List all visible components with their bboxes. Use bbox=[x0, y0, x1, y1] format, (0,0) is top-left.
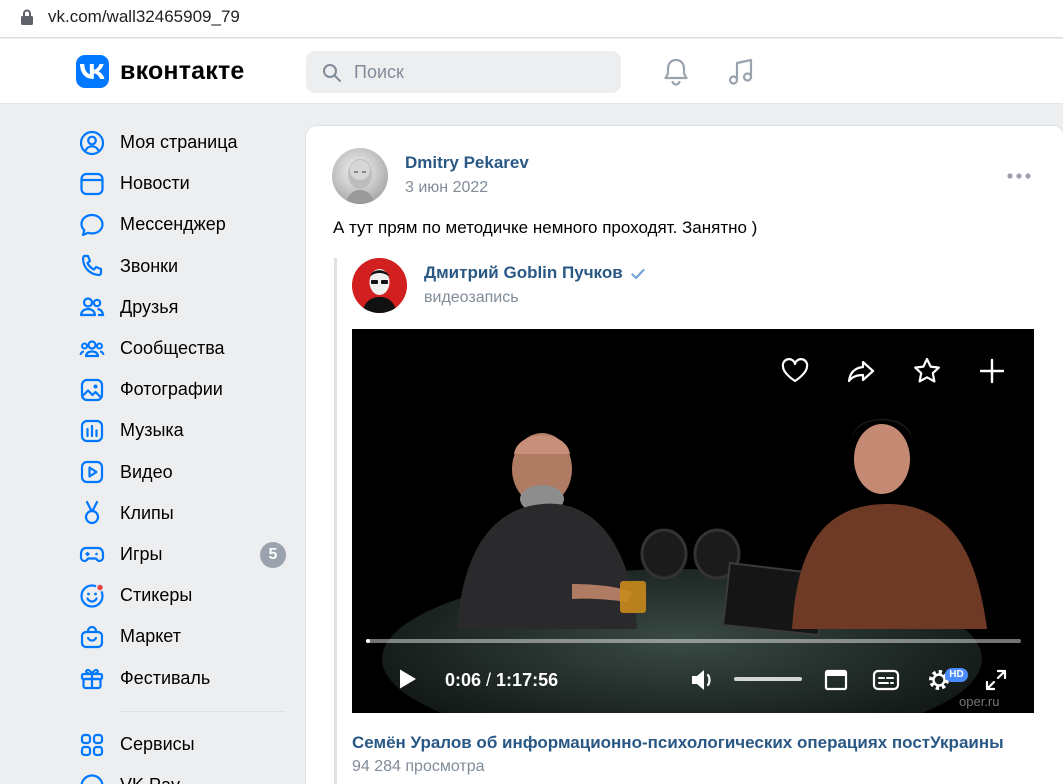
photo-icon bbox=[78, 376, 106, 404]
sidebar-item-label: VK Pay bbox=[120, 775, 180, 784]
post-text: А тут прям по методичке немного проходят… bbox=[333, 218, 758, 237]
browser-address-bar[interactable]: vk.com/wall32465909_79 bbox=[0, 0, 1063, 38]
video-duration: 1:17:56 bbox=[496, 670, 559, 690]
video-frame bbox=[352, 329, 1034, 713]
services-icon bbox=[78, 731, 106, 759]
post-date[interactable]: 3 июн 2022 bbox=[405, 179, 488, 197]
phone-icon bbox=[78, 252, 106, 280]
sidebar-item-label: Фестиваль bbox=[120, 667, 211, 688]
volume-icon[interactable] bbox=[690, 668, 716, 692]
bell-icon[interactable] bbox=[660, 56, 692, 88]
sidebar-item-label: Мессенджер bbox=[120, 214, 226, 235]
friends-icon bbox=[78, 293, 106, 321]
volume-slider[interactable] bbox=[734, 677, 802, 681]
search-box[interactable] bbox=[306, 51, 621, 93]
news-icon bbox=[78, 170, 106, 198]
video-progress-bar[interactable] bbox=[366, 639, 1021, 643]
video-title[interactable]: Семён Уралов об информационно-психологич… bbox=[352, 733, 1004, 753]
sidebar-item-music[interactable]: Музыка bbox=[78, 410, 293, 451]
sidebar-item-games[interactable]: Игры 5 bbox=[78, 534, 293, 575]
sidebar-item-label: Звонки bbox=[120, 255, 179, 276]
gamepad-icon bbox=[78, 540, 106, 568]
subtitles-icon[interactable] bbox=[872, 669, 900, 691]
sidebar-item-label: Сервисы bbox=[120, 734, 195, 755]
sidebar-item-label: Фотографии bbox=[120, 379, 223, 400]
communities-icon bbox=[78, 335, 106, 363]
fullscreen-icon[interactable] bbox=[984, 668, 1008, 692]
clips-icon bbox=[78, 499, 106, 527]
url-text[interactable]: vk.com/wall32465909_79 bbox=[48, 6, 240, 28]
video-progress-fill bbox=[366, 639, 370, 643]
repost-author-avatar[interactable] bbox=[352, 258, 407, 313]
miniplayer-icon[interactable] bbox=[824, 669, 848, 691]
sidebar-item-label: Клипы bbox=[120, 502, 174, 523]
sidebar-item-friends[interactable]: Друзья bbox=[78, 287, 293, 328]
sidebar-item-label: Сообщества bbox=[120, 338, 225, 359]
sidebar-item-label: Новости bbox=[120, 173, 190, 194]
sidebar-item-label: Друзья bbox=[120, 296, 179, 317]
hd-badge: HD bbox=[945, 668, 968, 682]
logo-text[interactable]: вконтакте bbox=[120, 55, 245, 87]
video-time: 0:06 / 1:17:56 bbox=[445, 670, 559, 690]
vk-logo-icon[interactable] bbox=[76, 55, 109, 88]
gift-icon bbox=[78, 664, 106, 692]
message-icon bbox=[78, 211, 106, 239]
user-circle-icon bbox=[78, 129, 106, 157]
repost-type-label: видеозапись bbox=[424, 289, 519, 306]
author-avatar[interactable] bbox=[332, 148, 388, 204]
top-header: вконтакте bbox=[0, 39, 1063, 104]
video-icon bbox=[78, 458, 106, 486]
repost-author-name[interactable]: Дмитрий Goblin Пучков bbox=[424, 263, 623, 283]
verified-check-icon bbox=[631, 268, 645, 280]
sidebar-item-market[interactable]: Маркет bbox=[78, 616, 293, 657]
video-views: 94 284 просмотра bbox=[352, 758, 485, 775]
sidebar-item-label: Стикеры bbox=[120, 585, 193, 606]
music-icon bbox=[78, 417, 106, 445]
add-plus-icon[interactable] bbox=[977, 356, 1007, 386]
sidebar-item-clips[interactable]: Клипы bbox=[78, 493, 293, 534]
like-heart-icon[interactable] bbox=[780, 356, 810, 386]
sidebar-item-video[interactable]: Видео bbox=[78, 452, 293, 493]
sidebar-item-news[interactable]: Новости bbox=[78, 163, 293, 204]
vkpay-icon bbox=[78, 772, 106, 784]
favorite-star-icon[interactable] bbox=[912, 356, 942, 386]
post-author-name[interactable]: Dmitry Pekarev bbox=[405, 153, 529, 173]
more-options-icon[interactable] bbox=[1006, 168, 1032, 184]
sidebar-item-calls[interactable]: Звонки bbox=[78, 246, 293, 287]
sidebar-item-label: Музыка bbox=[120, 420, 184, 441]
sidebar-item-label: Моя страница bbox=[120, 132, 238, 153]
video-current-time: 0:06 bbox=[445, 670, 482, 690]
video-player[interactable]: 0:06 / 1:17:56 HD oper.ru bbox=[352, 329, 1034, 713]
sidebar-item-photos[interactable]: Фотографии bbox=[78, 369, 293, 410]
left-nav: Моя страница Новости Мессенджер Звонки Д… bbox=[78, 122, 293, 699]
sidebar-item-label: Маркет bbox=[120, 626, 181, 647]
games-counter-badge: 5 bbox=[260, 541, 286, 568]
video-watermark: oper.ru bbox=[959, 694, 1000, 709]
sidebar-item-stickers[interactable]: Стикеры bbox=[78, 575, 293, 616]
sidebar-item-label: Игры bbox=[120, 543, 163, 564]
sidebar-item-label: Видео bbox=[120, 461, 173, 482]
smile-icon bbox=[78, 582, 106, 610]
market-icon bbox=[78, 623, 106, 651]
sidebar-item-communities[interactable]: Сообщества bbox=[78, 328, 293, 369]
sidebar-item-messenger[interactable]: Мессенджер bbox=[78, 204, 293, 245]
search-input[interactable] bbox=[354, 51, 609, 93]
sidebar-item-services[interactable]: Сервисы bbox=[78, 724, 293, 765]
left-nav-services: Сервисы VK Pay bbox=[78, 724, 293, 784]
play-icon[interactable] bbox=[398, 668, 418, 690]
sidebar-divider bbox=[120, 711, 285, 712]
share-icon[interactable] bbox=[846, 356, 876, 386]
sidebar-item-festival[interactable]: Фестиваль bbox=[78, 657, 293, 698]
sidebar-item-vkpay[interactable]: VK Pay bbox=[78, 765, 293, 784]
repost-indicator-line bbox=[334, 258, 337, 784]
lock-icon bbox=[21, 9, 33, 25]
search-icon bbox=[323, 64, 341, 82]
music-note-icon[interactable] bbox=[725, 56, 757, 88]
sidebar-item-my-page[interactable]: Моя страница bbox=[78, 122, 293, 163]
